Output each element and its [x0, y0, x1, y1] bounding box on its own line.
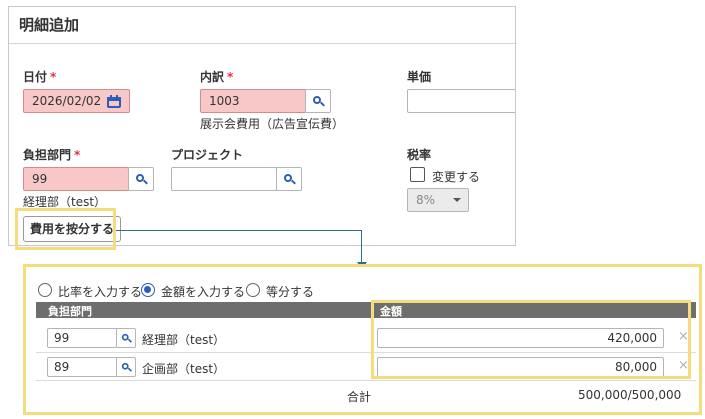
amount-column-highlight: [371, 300, 691, 379]
search-icon: [135, 173, 148, 185]
search-icon: [121, 333, 132, 343]
mode-equal-label: 等分する: [266, 285, 315, 299]
mode-amount-label: 金額を入力する: [161, 285, 246, 299]
panel-title: 明細追加: [19, 16, 80, 34]
row-department-search-button[interactable]: [116, 328, 136, 348]
allocation-panel: 比率を入力する 金額を入力する 等分する 負担部門 金額 99 経理部（test…: [23, 264, 702, 415]
tax-rate-label: 税率: [407, 148, 432, 162]
column-department: 負担部門: [48, 305, 92, 318]
project-label: プロジェクト: [171, 148, 244, 162]
row-divider: [36, 380, 696, 381]
required-mark: *: [227, 70, 234, 84]
breakdown-label: 内訳 *: [200, 70, 234, 84]
department-label: 負担部門 *: [23, 148, 81, 162]
row-department-name: 経理部（test）: [142, 333, 226, 347]
connector-line: [361, 230, 362, 263]
allocate-button-highlight: [15, 208, 116, 250]
date-label: 日付 *: [23, 70, 57, 84]
panel-divider: [9, 43, 515, 44]
total-value: 500,000/500,000: [578, 388, 682, 402]
row-department-name: 企画部（test）: [142, 362, 226, 376]
required-mark: *: [50, 70, 57, 84]
breakdown-input[interactable]: 1003: [200, 89, 306, 113]
project-search-button[interactable]: [276, 167, 302, 191]
mode-ratio-label: 比率を入力する: [58, 285, 143, 299]
total-label: 合計: [347, 390, 372, 404]
row-department-search-button[interactable]: [116, 357, 136, 377]
search-icon: [283, 173, 296, 185]
unit-price-label: 単価: [407, 70, 432, 84]
required-mark: *: [74, 148, 81, 162]
row-department-code-input[interactable]: 89: [47, 357, 117, 377]
tax-change-checkbox[interactable]: [410, 167, 425, 182]
department-input[interactable]: 99: [23, 167, 129, 191]
calendar-icon[interactable]: [107, 95, 121, 108]
breakdown-search-button[interactable]: [305, 89, 331, 113]
search-icon: [121, 362, 132, 372]
mode-equal-radio[interactable]: [246, 283, 260, 297]
mode-amount-radio[interactable]: [141, 283, 155, 297]
tax-rate-select[interactable]: 8%: [407, 188, 469, 212]
search-icon: [312, 95, 325, 107]
chevron-down-icon: [453, 198, 461, 202]
unit-price-input[interactable]: [407, 89, 515, 113]
row-department-code-input[interactable]: 99: [47, 328, 117, 348]
connector-line: [116, 230, 362, 231]
breakdown-description: 展示会費用（広告宣伝費）: [200, 117, 345, 131]
project-input[interactable]: [171, 167, 277, 191]
tax-change-label: 変更する: [432, 170, 481, 184]
department-search-button[interactable]: [128, 167, 154, 191]
mode-ratio-radio[interactable]: [38, 283, 52, 297]
